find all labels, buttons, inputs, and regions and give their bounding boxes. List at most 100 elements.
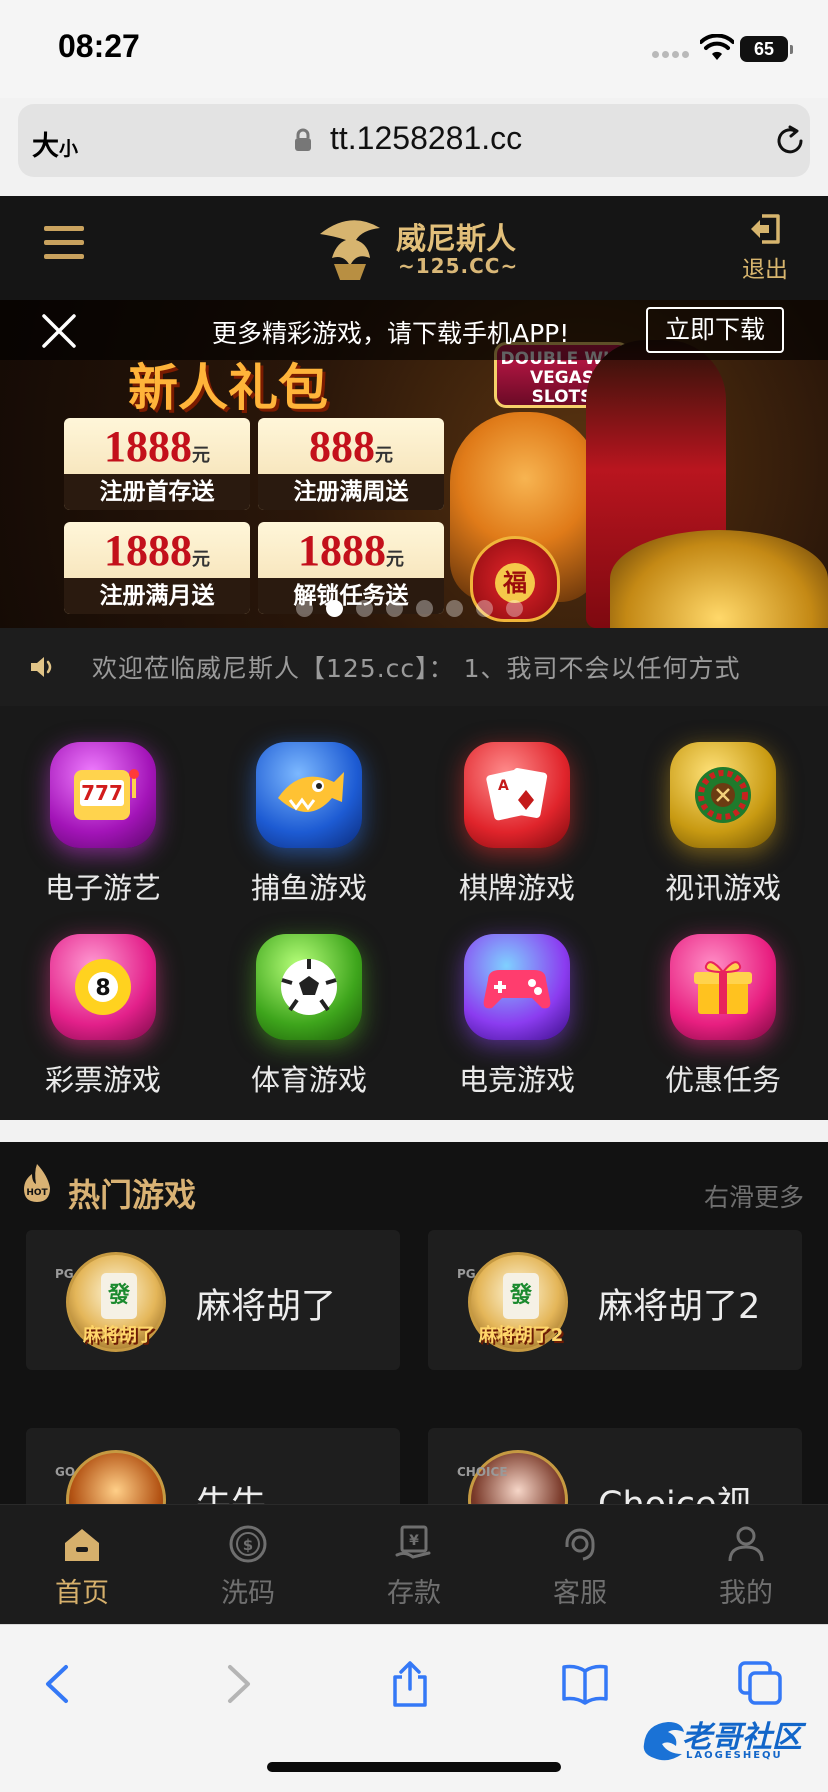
lock-icon [295,128,311,151]
game-card[interactable]: PG 發 麻将胡了2 麻将胡了2 [428,1230,802,1370]
share-icon[interactable] [385,1659,435,1709]
headset-icon [565,1528,595,1561]
svg-text:777: 777 [81,781,123,805]
carousel-dot[interactable] [356,600,373,617]
fish-icon [278,772,344,812]
tabs-icon[interactable] [736,1659,786,1709]
svg-text:$: $ [243,1536,253,1554]
address-bar[interactable]: 大小 tt.1258281.cc [18,104,810,177]
hamburger-menu-icon[interactable] [44,226,84,262]
logo-name: 威尼斯人 [396,222,516,257]
game-name: 麻将胡了2 [598,1287,761,1327]
tab-deposit[interactable]: ¥ 存款 [359,1523,469,1610]
category-label: 视讯游戏 [664,871,781,905]
category-label: 棋牌游戏 [458,871,575,905]
close-icon[interactable] [40,312,78,350]
bonus-amount: 888 [309,422,375,471]
tab-profile[interactable]: 我的 [691,1523,801,1610]
coin-icon: $ [229,1525,267,1563]
tab-support[interactable]: 客服 [525,1523,635,1610]
category-label: 体育游戏 [250,1063,367,1097]
category-esports[interactable]: 电竞游戏 [422,934,612,1104]
bookmarks-icon[interactable] [560,1659,610,1709]
svg-text:HOT: HOT [26,1188,48,1198]
soccer-ball-icon [281,959,337,1015]
tab-rebate[interactable]: $ 洗码 [193,1523,303,1610]
slot-machine-icon: 777 [74,769,139,820]
bonus-card: 888元 注册满周送 [258,418,444,510]
logout-button[interactable]: 退出 [736,214,794,284]
category-label: 彩票游戏 [44,1063,161,1097]
game-categories: 777 电子游艺 捕鱼游戏 A 棋牌游戏 视讯游戏 8 彩票游戏 体育游戏 电竞… [0,706,828,1120]
category-label: 电子游艺 [44,871,161,905]
download-prompt: 更多精彩游戏，请下载手机APP! [212,319,570,348]
carousel-dot[interactable] [506,600,523,617]
back-icon[interactable] [34,1659,84,1709]
bonus-card: 1888元 注册首存送 [64,418,250,510]
dragon-icon [643,1722,684,1761]
category-promotions[interactable]: 优惠任务 [628,934,818,1104]
lottery-ball-icon: 8 [75,959,131,1015]
notice-marquee[interactable]: 欢迎莅临威尼斯人【125.cc】： 1、我司不会以任何方式 [0,628,828,706]
provider-badge: PG [457,1267,476,1281]
category-lottery[interactable]: 8 彩票游戏 [8,934,198,1104]
promo-banner[interactable]: 更多精彩游戏，请下载手机APP! 立即下载 新人礼包 1888元 注册首存送 8… [0,300,828,628]
game-card[interactable]: CHOICE Choice视 [428,1428,802,1504]
game-thumbnail: GO [55,1450,166,1504]
swipe-more-link[interactable]: 右滑更多 [704,1178,804,1214]
battery-indicator: 65 [740,36,793,62]
category-sports[interactable]: 体育游戏 [214,934,404,1104]
gamepad-icon [483,970,551,1009]
category-fishing[interactable]: 捕鱼游戏 [214,742,404,912]
logo-domain: ~125.CC~ [398,254,519,278]
svg-text:A: A [498,778,509,794]
bonus-amount: 1888 [104,526,192,575]
carousel-dot[interactable] [386,600,403,617]
provider-badge: GO [55,1465,76,1479]
download-app-button[interactable]: 立即下载 [646,307,784,353]
user-icon [728,1526,764,1562]
game-name: Choice视 [598,1476,752,1504]
carousel-dot[interactable] [416,600,433,617]
forward-icon[interactable] [212,1659,262,1709]
reload-icon[interactable] [773,124,807,158]
cellular-signal-icon [652,51,689,58]
carousel-dot[interactable] [326,600,343,617]
logout-label: 退出 [742,257,788,283]
text-size-button[interactable]: 大小 [32,124,78,163]
tab-home[interactable]: 首页 [27,1523,137,1610]
category-label: 捕鱼游戏 [250,871,367,905]
brand-logo[interactable]: 威尼斯人 ~125.CC~ [310,214,520,284]
hot-games-section: HOT 热门游戏 右滑更多 PG 發 麻将胡了 麻将胡了 PG 發 麻将胡了2 … [0,1142,828,1504]
category-label: 电竞游戏 [458,1063,575,1097]
status-time: 08:27 [58,28,140,64]
bonus-desc: 注册满月送 [64,578,250,614]
game-thumbnail: CHOICE [457,1450,568,1504]
game-card[interactable]: PG 發 麻将胡了 麻将胡了 [26,1230,400,1370]
carousel-dots[interactable] [296,600,523,617]
carousel-dot[interactable] [446,600,463,617]
carousel-dot[interactable] [296,600,313,617]
winged-lion-icon [320,220,380,280]
category-live[interactable]: 视讯游戏 [628,742,818,912]
bonus-amount: 1888 [298,526,386,575]
provider-badge: CHOICE [457,1465,508,1479]
bottom-tab-bar: 首页 $ 洗码 ¥ 存款 客服 我的 [0,1504,828,1624]
gold-pile-image [610,530,828,628]
carousel-dot[interactable] [476,600,493,617]
bonus-card: 1888元 注册满月送 [64,522,250,614]
category-cards[interactable]: A 棋牌游戏 [422,742,612,912]
watermark-logo: 老哥社区 LAOGESHEQU [638,1710,818,1766]
home-indicator [267,1762,561,1772]
logout-icon [751,214,780,244]
notice-text: 欢迎莅临威尼斯人【125.cc】： 1、我司不会以任何方式 [92,654,741,683]
status-bar: 08:27 65 [0,0,828,98]
svg-text:¥: ¥ [409,1533,419,1549]
game-card[interactable]: GO 牛牛 [26,1428,400,1504]
bonus-amount: 1888 [104,422,192,471]
url-text[interactable]: tt.1258281.cc [330,120,522,157]
category-label: 优惠任务 [664,1063,781,1097]
deposit-icon: ¥ [395,1525,431,1559]
category-slots[interactable]: 777 电子游艺 [8,742,198,912]
hot-flame-icon: HOT [24,1164,50,1202]
